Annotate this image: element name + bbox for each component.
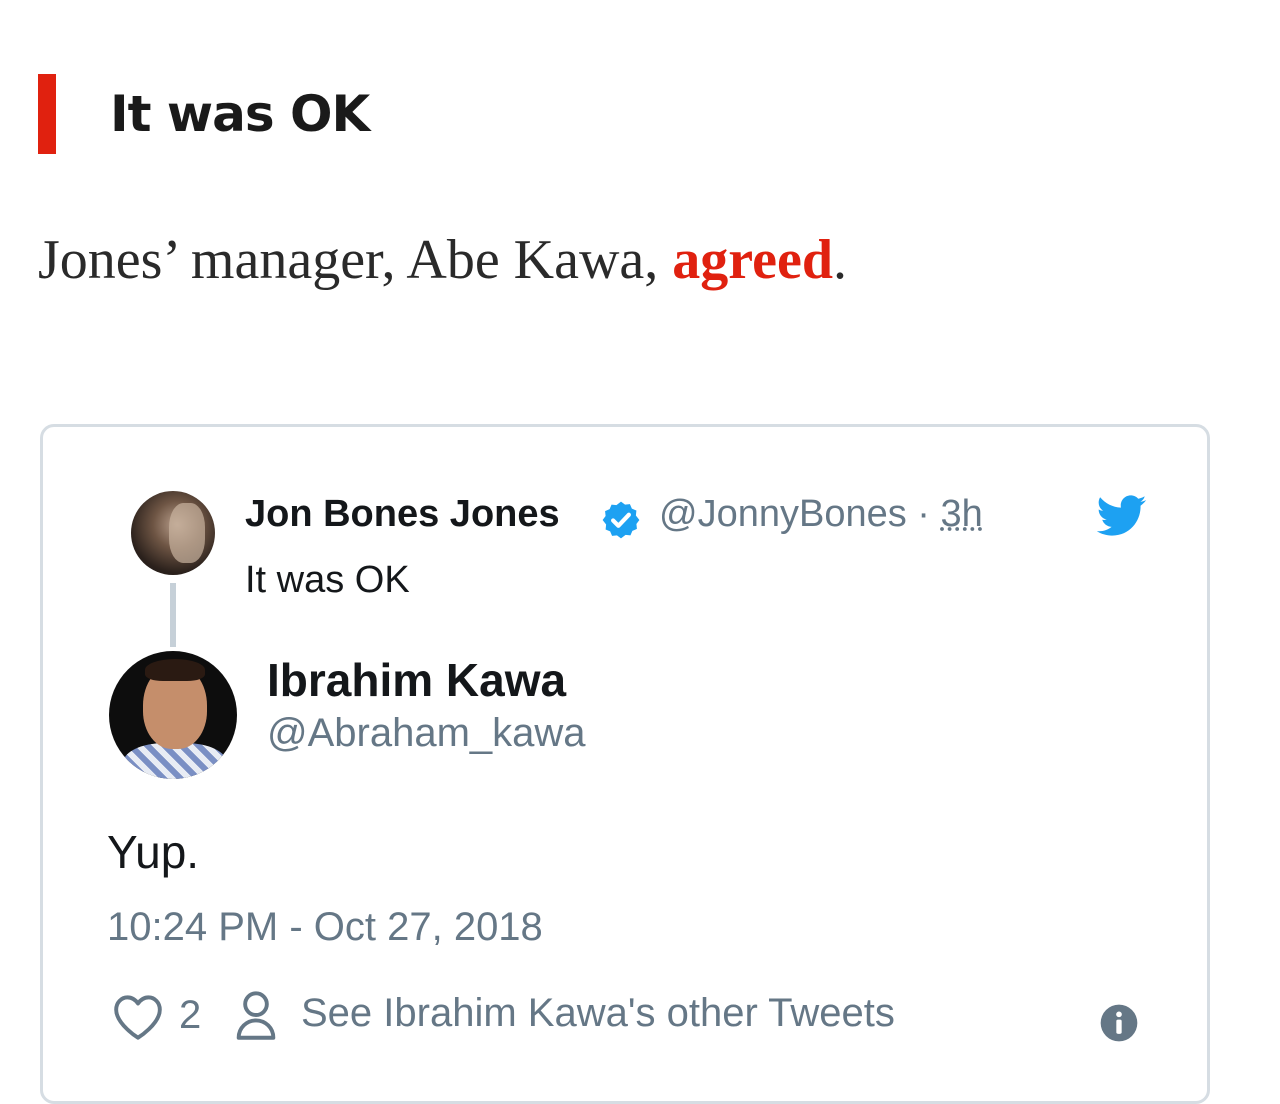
twitter-bird-icon[interactable]	[1097, 495, 1147, 537]
see-other-tweets-link[interactable]: See Ibrahim Kawa's other Tweets	[301, 991, 895, 1036]
heart-icon[interactable]	[111, 993, 165, 1041]
verified-badge-icon	[602, 501, 640, 539]
thread-connector	[170, 583, 176, 647]
parent-tweet-text: It was OK	[245, 559, 410, 601]
author-avatar[interactable]	[109, 651, 237, 779]
parent-tweet-handle[interactable]: @JonnyBones	[659, 493, 907, 535]
heading-accent-bar	[38, 74, 56, 154]
person-icon	[236, 991, 276, 1040]
avatar-hair	[145, 659, 205, 681]
tweet-text: Yup.	[107, 826, 200, 878]
agreed-link[interactable]: agreed	[672, 229, 833, 291]
section-heading: It was OK	[38, 74, 838, 154]
author-name[interactable]: Ibrahim Kawa	[267, 653, 566, 707]
parent-tweet-author-name[interactable]: Jon Bones Jones	[245, 493, 560, 536]
parent-tweet-time[interactable]: 3h	[941, 493, 983, 535]
like-count[interactable]: 2	[179, 993, 201, 1038]
paragraph-text: Jones’ manager, Abe Kawa,	[38, 229, 673, 291]
tweet-timestamp[interactable]: 10:24 PM - Oct 27, 2018	[107, 905, 543, 950]
author-handle[interactable]: @Abraham_kawa	[267, 711, 586, 756]
paragraph-period: .	[832, 229, 847, 291]
meta-separator: ·	[906, 493, 941, 535]
parent-tweet-avatar[interactable]	[131, 491, 215, 575]
article-paragraph: Jones’ manager, Abe Kawa, agreed.	[38, 222, 847, 298]
embedded-tweet[interactable]: Jon Bones Jones @JonnyBones · 3h It was …	[40, 424, 1210, 1104]
parent-tweet-meta: @JonnyBones · 3h	[659, 493, 983, 536]
info-icon[interactable]	[1099, 1003, 1139, 1043]
avatar-photo-detail	[169, 503, 205, 563]
heading-title: It was OK	[110, 85, 370, 143]
